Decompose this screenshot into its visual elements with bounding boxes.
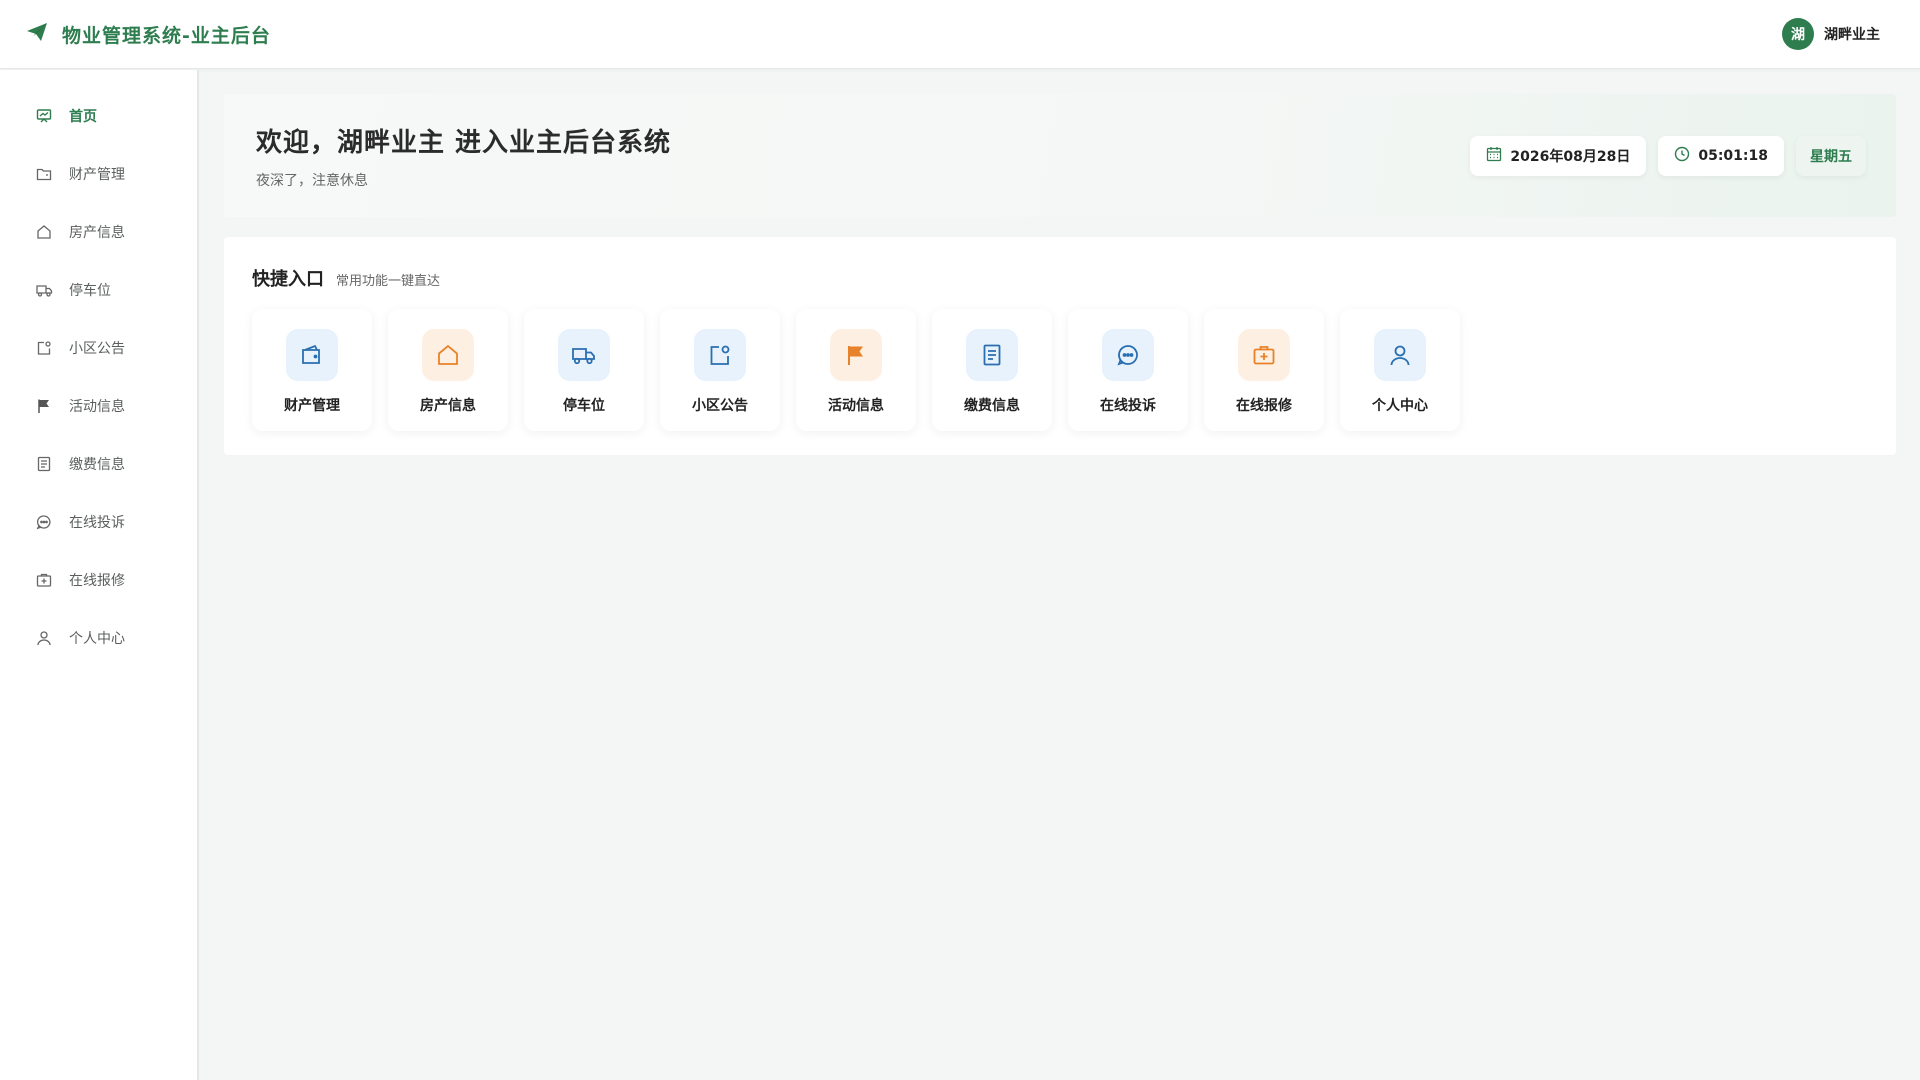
quick-entry-subtitle: 常用功能一键直达 <box>336 274 441 289</box>
quick-card-complaint[interactable]: 在线投诉 <box>1068 309 1188 431</box>
quick-card-label: 活动信息 <box>828 398 884 414</box>
repair-kit-icon <box>35 571 53 589</box>
sidebar-item-label: 首页 <box>69 109 97 125</box>
sidebar-item-profile[interactable]: 个人中心 <box>0 609 197 667</box>
document-icon <box>966 329 1018 381</box>
user-name: 湖畔业主 <box>1824 27 1880 43</box>
datetime-chips: 2026年08月28日 05:01:18 星期五 <box>1470 136 1866 176</box>
quick-card-label: 个人中心 <box>1372 398 1428 414</box>
chat-icon <box>35 513 53 531</box>
repair-kit-icon <box>1238 329 1290 381</box>
house-icon <box>35 223 53 241</box>
paper-plane-icon <box>26 22 48 46</box>
wallet-icon <box>286 329 338 381</box>
sidebar-item-activity[interactable]: 活动信息 <box>0 377 197 435</box>
sidebar: 首页 财产管理 房产信息 停车位 小区公告 活动信息 缴费信息 在线投诉 在线报… <box>0 70 199 1080</box>
avatar: 湖 <box>1782 18 1814 50</box>
sidebar-item-label: 在线报修 <box>69 573 125 589</box>
quick-card-house[interactable]: 房产信息 <box>388 309 508 431</box>
quick-card-label: 小区公告 <box>692 398 748 414</box>
welcome-subtitle: 夜深了，注意休息 <box>256 173 368 189</box>
quick-entry-header: 快捷入口 常用功能一键直达 <box>252 265 440 291</box>
quick-entry-panel: 快捷入口 常用功能一键直达 财产管理 房产信息 停车位 小区公告 活动信息 缴费… <box>224 237 1896 455</box>
quick-card-activity[interactable]: 活动信息 <box>796 309 916 431</box>
sidebar-item-home[interactable]: 首页 <box>0 87 197 145</box>
sidebar-item-label: 房产信息 <box>69 225 125 241</box>
sidebar-item-label: 个人中心 <box>69 631 125 647</box>
user-menu[interactable]: 湖 湖畔业主 <box>1782 18 1894 50</box>
sidebar-item-notice[interactable]: 小区公告 <box>0 319 197 377</box>
weekday-text: 星期五 <box>1810 149 1852 165</box>
chat-icon <box>1102 329 1154 381</box>
sidebar-item-label: 缴费信息 <box>69 457 125 473</box>
quick-card-label: 停车位 <box>563 398 605 414</box>
sidebar-item-label: 财产管理 <box>69 167 125 183</box>
top-bar: 物业管理系统-业主后台 湖 湖畔业主 <box>0 0 1920 69</box>
user-icon <box>35 629 53 647</box>
sidebar-item-repair[interactable]: 在线报修 <box>0 551 197 609</box>
sidebar-item-payment[interactable]: 缴费信息 <box>0 435 197 493</box>
quick-card-profile[interactable]: 个人中心 <box>1340 309 1460 431</box>
quick-card-label: 缴费信息 <box>964 398 1020 414</box>
truck-icon <box>35 281 53 299</box>
flag-icon <box>35 397 53 415</box>
time-chip: 05:01:18 <box>1658 136 1784 176</box>
welcome-banner: 欢迎，湖畔业主 进入业主后台系统 夜深了，注意休息 2026年08月28日 05… <box>224 94 1896 217</box>
time-text: 05:01:18 <box>1698 148 1768 164</box>
sidebar-item-house[interactable]: 房产信息 <box>0 203 197 261</box>
user-icon <box>1374 329 1426 381</box>
document-icon <box>35 455 53 473</box>
quick-card-notice[interactable]: 小区公告 <box>660 309 780 431</box>
quick-card-property[interactable]: 财产管理 <box>252 309 372 431</box>
quick-card-label: 房产信息 <box>420 398 476 414</box>
quick-entry-title: 快捷入口 <box>252 269 324 290</box>
brand-title: 物业管理系统-业主后台 <box>62 24 271 47</box>
sidebar-item-property[interactable]: 财产管理 <box>0 145 197 203</box>
quick-card-parking[interactable]: 停车位 <box>524 309 644 431</box>
quick-card-label: 财产管理 <box>284 398 340 414</box>
house-icon <box>422 329 474 381</box>
notice-icon <box>35 339 53 357</box>
sidebar-item-label: 在线投诉 <box>69 515 125 531</box>
date-text: 2026年08月28日 <box>1510 149 1631 165</box>
truck-icon <box>558 329 610 381</box>
date-chip: 2026年08月28日 <box>1470 136 1647 176</box>
sidebar-item-label: 活动信息 <box>69 399 125 415</box>
flag-icon <box>830 329 882 381</box>
brand[interactable]: 物业管理系统-业主后台 <box>26 21 271 48</box>
sidebar-item-parking[interactable]: 停车位 <box>0 261 197 319</box>
quick-card-repair[interactable]: 在线报修 <box>1204 309 1324 431</box>
quick-card-label: 在线投诉 <box>1100 398 1156 414</box>
folder-icon <box>35 165 53 183</box>
calendar-icon <box>1486 146 1502 166</box>
home-board-icon <box>35 107 53 125</box>
welcome-title: 欢迎，湖畔业主 进入业主后台系统 <box>256 128 672 158</box>
quick-card-label: 在线报修 <box>1236 398 1292 414</box>
weekday-chip: 星期五 <box>1796 136 1866 176</box>
sidebar-item-complaint[interactable]: 在线投诉 <box>0 493 197 551</box>
sidebar-item-label: 停车位 <box>69 283 111 299</box>
notice-icon <box>694 329 746 381</box>
sidebar-item-label: 小区公告 <box>69 341 125 357</box>
quick-entry-cards: 财产管理 房产信息 停车位 小区公告 活动信息 缴费信息 在线投诉 在线报修 个… <box>252 309 1460 431</box>
quick-card-payment[interactable]: 缴费信息 <box>932 309 1052 431</box>
clock-icon <box>1674 146 1690 166</box>
